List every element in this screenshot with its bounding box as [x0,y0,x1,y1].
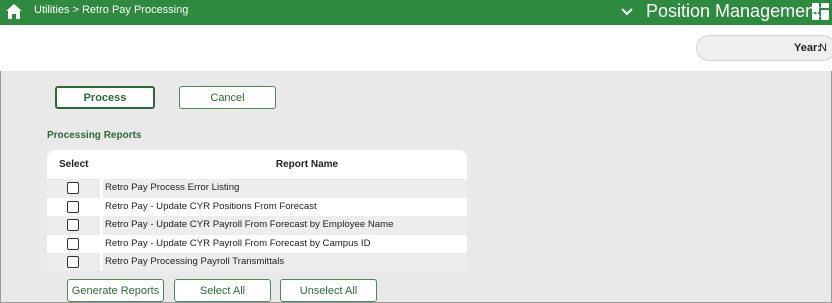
cell-divider [100,234,103,254]
report-name: Retro Pay - Update CYR Payroll From Fore… [105,219,394,231]
year-selector[interactable]: Year: N [696,35,832,61]
unselect-all-button[interactable]: Unselect All [280,279,377,302]
reports-table: Select Report Name Retro Pay Process Err… [47,150,467,271]
row-checkbox[interactable] [67,237,79,250]
breadcrumb: Utilities > Retro Pay Processing [34,4,189,16]
report-name: Retro Pay - Update CYR Payroll From Fore… [105,237,371,249]
generate-reports-button[interactable]: Generate Reports [67,279,164,302]
year-label: Year: [794,42,821,54]
home-icon[interactable] [5,3,23,20]
dashboard-grid-icon[interactable] [812,3,829,20]
cancel-button[interactable]: Cancel [179,86,276,109]
table-body: Retro Pay Process Error Listing Retro Pa… [47,179,467,271]
row-checkbox[interactable] [67,200,79,213]
process-button[interactable]: Process [55,86,155,109]
cell-divider [100,216,103,235]
chevron-down-icon[interactable] [620,5,634,19]
report-name: Retro Pay - Update CYR Positions From Fo… [105,200,317,212]
column-header-report-name: Report Name [275,159,339,170]
table-row: Retro Pay Processing Payroll Transmittal… [47,253,467,271]
row-checkbox[interactable] [67,182,79,194]
select-all-button[interactable]: Select All [174,279,271,302]
cell-divider [100,179,103,198]
report-name: Retro Pay Process Error Listing [105,182,240,193]
table-row: Retro Pay - Update CYR Positions From Fo… [47,197,467,217]
cell-divider [100,197,103,217]
table-row: Retro Pay - Update CYR Payroll From Fore… [47,216,467,235]
app-title: Position Management [646,1,821,21]
cell-divider [100,253,103,271]
year-value: N [819,42,827,54]
header-band: Year: N [0,25,832,71]
top-bar: Utilities > Retro Pay Processing Positio… [0,0,832,25]
report-name: Retro Pay Processing Payroll Transmittal… [105,256,285,268]
table-row: Retro Pay - Update CYR Payroll From Fore… [47,234,467,254]
row-checkbox[interactable] [67,219,79,232]
section-title: Processing Reports [47,130,142,141]
row-checkbox[interactable] [67,256,79,269]
table-row: Retro Pay Process Error Listing [47,179,467,198]
